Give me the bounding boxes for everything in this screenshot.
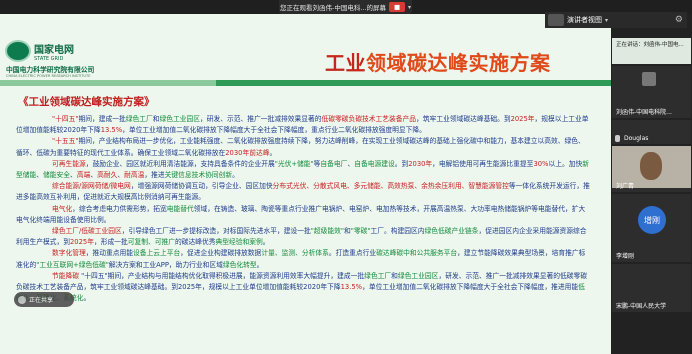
- now-speaking-label: 正在讲话：刘函伟-中国电...: [616, 42, 684, 48]
- avatar: 增刚: [638, 206, 666, 234]
- person-face: [640, 152, 662, 180]
- document-title: 《工业领域碳达峰实施方案》: [18, 96, 155, 108]
- title-band: [216, 80, 611, 86]
- paragraph-7: 数字化管理，推动重点用能设备上云上平台，促进企业构建碳排放数据计量、监测、分析体…: [16, 249, 586, 269]
- state-grid-logo: 国家电网 STATE GRID: [5, 40, 74, 62]
- participant-tile-speaking[interactable]: 正在讲话：刘函伟-中国电...: [612, 38, 691, 64]
- paragraph-8: 节能降碳 "十四五"期间，产业结构与用能结构优化取得积极进展，能源资源利用效率大…: [16, 271, 587, 303]
- participant-name: Douglas: [624, 135, 649, 142]
- participant-tile-4[interactable]: 增刚 李增刚: [612, 194, 691, 262]
- paragraph-3: 可再生能源，鼓励企业、园区就近利用清洁能源，支持具备条件的企业开展"光伏+储能"…: [16, 159, 589, 180]
- org-name-en: STATE GRID: [34, 55, 64, 62]
- participant-tile-2[interactable]: Douglas: [612, 120, 691, 144]
- slide-body-text: "十四五"期间，建成一批绿色工厂和绿色工业园区，研发、示范、推广一批减排效果显著…: [16, 114, 591, 304]
- paragraph-4: 综合能源/源网荷储/微电网，增强源网荷储协调互动，引导企业、园区加快分布式光伏、…: [16, 182, 590, 202]
- org-name-cn: 国家电网: [34, 44, 74, 56]
- toast-label: 正在共享: [29, 297, 54, 304]
- institute-name-cn: 中国电力科学研究院有限公司: [6, 66, 95, 74]
- screen-share-icon: [18, 295, 26, 304]
- title-band-left: [0, 80, 216, 86]
- institute-name-en: CHINA ELECTRIC POWER RESEARCH INSTITUTE: [6, 74, 91, 78]
- share-toast[interactable]: 正在共享: [14, 292, 74, 307]
- participant-tile-3[interactable]: 刘广青: [612, 146, 691, 192]
- stop-share-button[interactable]: ■: [389, 2, 406, 12]
- shared-screen-icon: [642, 72, 656, 86]
- grid-view-icon: [548, 14, 564, 26]
- participant-name: 宋鹏-中国人民大学: [616, 303, 667, 310]
- screen-share-bar[interactable]: 您正在观看刘函伟-中国电科...的屏幕 ■ ▾: [279, 0, 412, 14]
- chevron-down-icon[interactable]: ▾: [605, 17, 608, 24]
- slide-title-b: 领域碳达峰实施方案: [366, 51, 551, 75]
- slide-title-a: 工业: [325, 51, 366, 75]
- share-status-text: 您正在观看刘函伟-中国电科...的屏幕: [279, 4, 387, 12]
- paragraph-6: 绿色工厂/低碳工业园区，引导绿色工厂进一步提标改造，对标国际先进水平，建设一批"…: [16, 227, 587, 247]
- participant-name: 刘广青: [616, 183, 635, 190]
- slide-title: 工业领域碳达峰实施方案: [325, 47, 551, 76]
- shared-slide: 国家电网 STATE GRID 中国电力科学研究院有限公司 CHINA ELEC…: [0, 14, 611, 354]
- paragraph-2: "十五五"期间，产业结构布局进一步优化，工业能耗强度、二氧化碳排放强度持续下降，…: [16, 137, 585, 157]
- participant-tile-1[interactable]: 刘函伟-中国电科院...: [612, 66, 691, 118]
- participant-tile-5[interactable]: 宋鹏-中国人民大学: [612, 264, 691, 312]
- presenter-view-bar[interactable]: 演讲者视图 ▾ ⚙: [545, 12, 687, 28]
- mic-icon: [615, 135, 620, 142]
- presenter-view-label: 演讲者视图: [567, 16, 602, 24]
- paragraph-1: "十四五"期间，建成一批绿色工厂和绿色工业园区，研发、示范、推广一批减排效果显著…: [16, 115, 589, 135]
- gear-icon[interactable]: ⚙: [675, 15, 683, 25]
- paragraph-5: 电气化，综合考虑电力供需形势，拓宽电能替代领域，在铸造、玻璃、陶瓷等重点行业推广…: [16, 204, 586, 224]
- participant-name: 李增刚: [616, 253, 635, 260]
- state-grid-logo-icon: [5, 40, 31, 62]
- participant-name: 刘函伟-中国电科院...: [616, 109, 672, 116]
- chevron-down-icon[interactable]: ▾: [408, 4, 411, 11]
